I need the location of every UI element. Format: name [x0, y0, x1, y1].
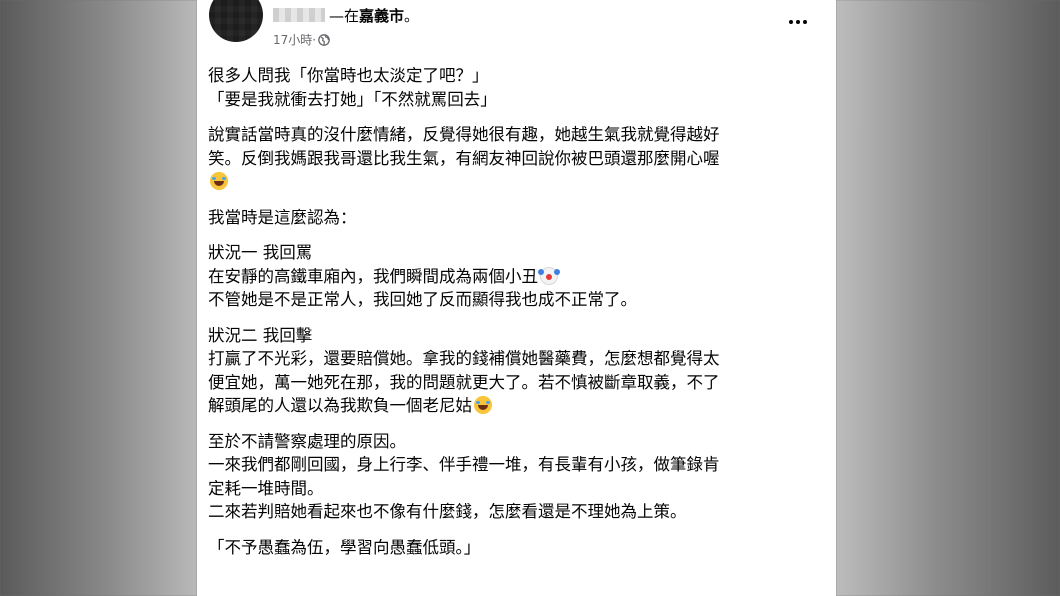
text-line: 我當時是這麼認為： [208, 207, 357, 227]
post-body: 很多人問我「你當時也太淡定了吧？」 「要是我就衝去打她」「不然就罵回去」 說實話… [208, 64, 823, 571]
text-fragment: 在安靜的高鐵車廂內，我們瞬間成為兩個小丑 [208, 266, 538, 286]
avatar[interactable] [209, 0, 263, 42]
clown-emoji [538, 266, 558, 285]
author-suffix: —在 [329, 6, 360, 25]
text-fragment: 解頭尾的人還以為我欺負一個老尼姑 [208, 396, 472, 415]
text-line: 狀況一 我回罵 [208, 243, 313, 262]
background-right [836, 0, 1060, 596]
more-horizontal-icon [789, 20, 793, 24]
location-link[interactable]: 嘉義市 [359, 5, 404, 26]
text-line: 至於不請警察處理的原因。 [208, 431, 406, 451]
text-line: 便宜她，萬一她死在那，我的問題就更大了。若不慎被斷章取義，不了 [208, 372, 720, 392]
paragraph-2: 說實話當時真的沒什麼情緒，反覺得她很有趣，她越生氣我就覺得越好 笑。反倒我媽跟我… [208, 123, 823, 194]
text-line-with-emoji: 在安靜的高鐵車廂內，我們瞬間成為兩個小丑 [208, 265, 823, 289]
text-line: 狀況二 我回擊 [208, 325, 313, 345]
paragraph-3: 我當時是這麼認為： [208, 206, 823, 230]
text-line: 二來若判賠她看起來也不像有什麼錢，怎麼看還是不理她為上策。 [208, 502, 687, 521]
post-header: —在 嘉義市 。 [273, 4, 419, 26]
post-meta: 17小時 · [273, 31, 330, 48]
more-options-button[interactable] [784, 12, 812, 32]
paragraph-1: 很多人問我「你當時也太淡定了吧？」 「要是我就衝去打她」「不然就罵回去」 [208, 64, 823, 111]
text-line: 一來我們都剛回國，身上行李、伴手禮一堆，有長輩有小孩，做筆錄肯 [208, 455, 720, 474]
location-end: 。 [404, 6, 420, 25]
background-left [0, 0, 197, 596]
text-line: 「不予愚蠢為伍，學習向愚蠢低頭。」 [208, 537, 481, 557]
text-line: 笑。反倒我媽跟我哥還比我生氣，有網友神回說你被巴頭還那麼開心喔 [208, 148, 720, 168]
text-line: 定耗一堆時間。 [208, 478, 324, 498]
post-time[interactable]: 17小時 [273, 31, 312, 48]
post-card: —在 嘉義市 。 17小時 · 很多人問我「你當時也太淡定了吧？」 「要是我就衝… [197, 0, 836, 596]
paragraph-7: 「不予愚蠢為伍，學習向愚蠢低頭。」 [208, 536, 823, 560]
text-line: 說實話當時真的沒什麼情緒，反覺得她很有趣，她越生氣我就覺得越好 [208, 125, 720, 144]
meta-separator: · [312, 32, 317, 47]
globe-icon [318, 33, 330, 46]
text-line: 很多人問我「你當時也太淡定了吧？」 [208, 66, 489, 85]
paragraph-4: 狀況一 我回罵 在安靜的高鐵車廂內，我們瞬間成為兩個小丑 不管她是不是正常人，我… [208, 241, 823, 312]
more-dot [796, 20, 800, 24]
paragraph-6: 至於不請警察處理的原因。 一來我們都剛回國，身上行李、伴手禮一堆，有長輩有小孩，… [208, 430, 823, 524]
text-line-with-emoji: 解頭尾的人還以為我欺負一個老尼姑 [208, 394, 823, 418]
more-dot [803, 20, 807, 24]
laughing-tears-emoji [210, 172, 228, 190]
text-line: 「要是我就衝去打她」「不然就罵回去」 [208, 89, 497, 109]
laughing-tears-emoji [474, 396, 492, 414]
emoji-line [208, 170, 823, 194]
text-line: 不管她是不是正常人，我回她了反而顯得我也成不正常了。 [208, 290, 637, 309]
paragraph-5: 狀況二 我回擊 打贏了不光彩，還要賠償她。拿我的錢補償她醫藥費，怎麼想都覺得太 … [208, 324, 823, 418]
text-line: 打贏了不光彩，還要賠償她。拿我的錢補償她醫藥費，怎麼想都覺得太 [208, 349, 720, 368]
author-name-blurred[interactable] [273, 8, 325, 22]
